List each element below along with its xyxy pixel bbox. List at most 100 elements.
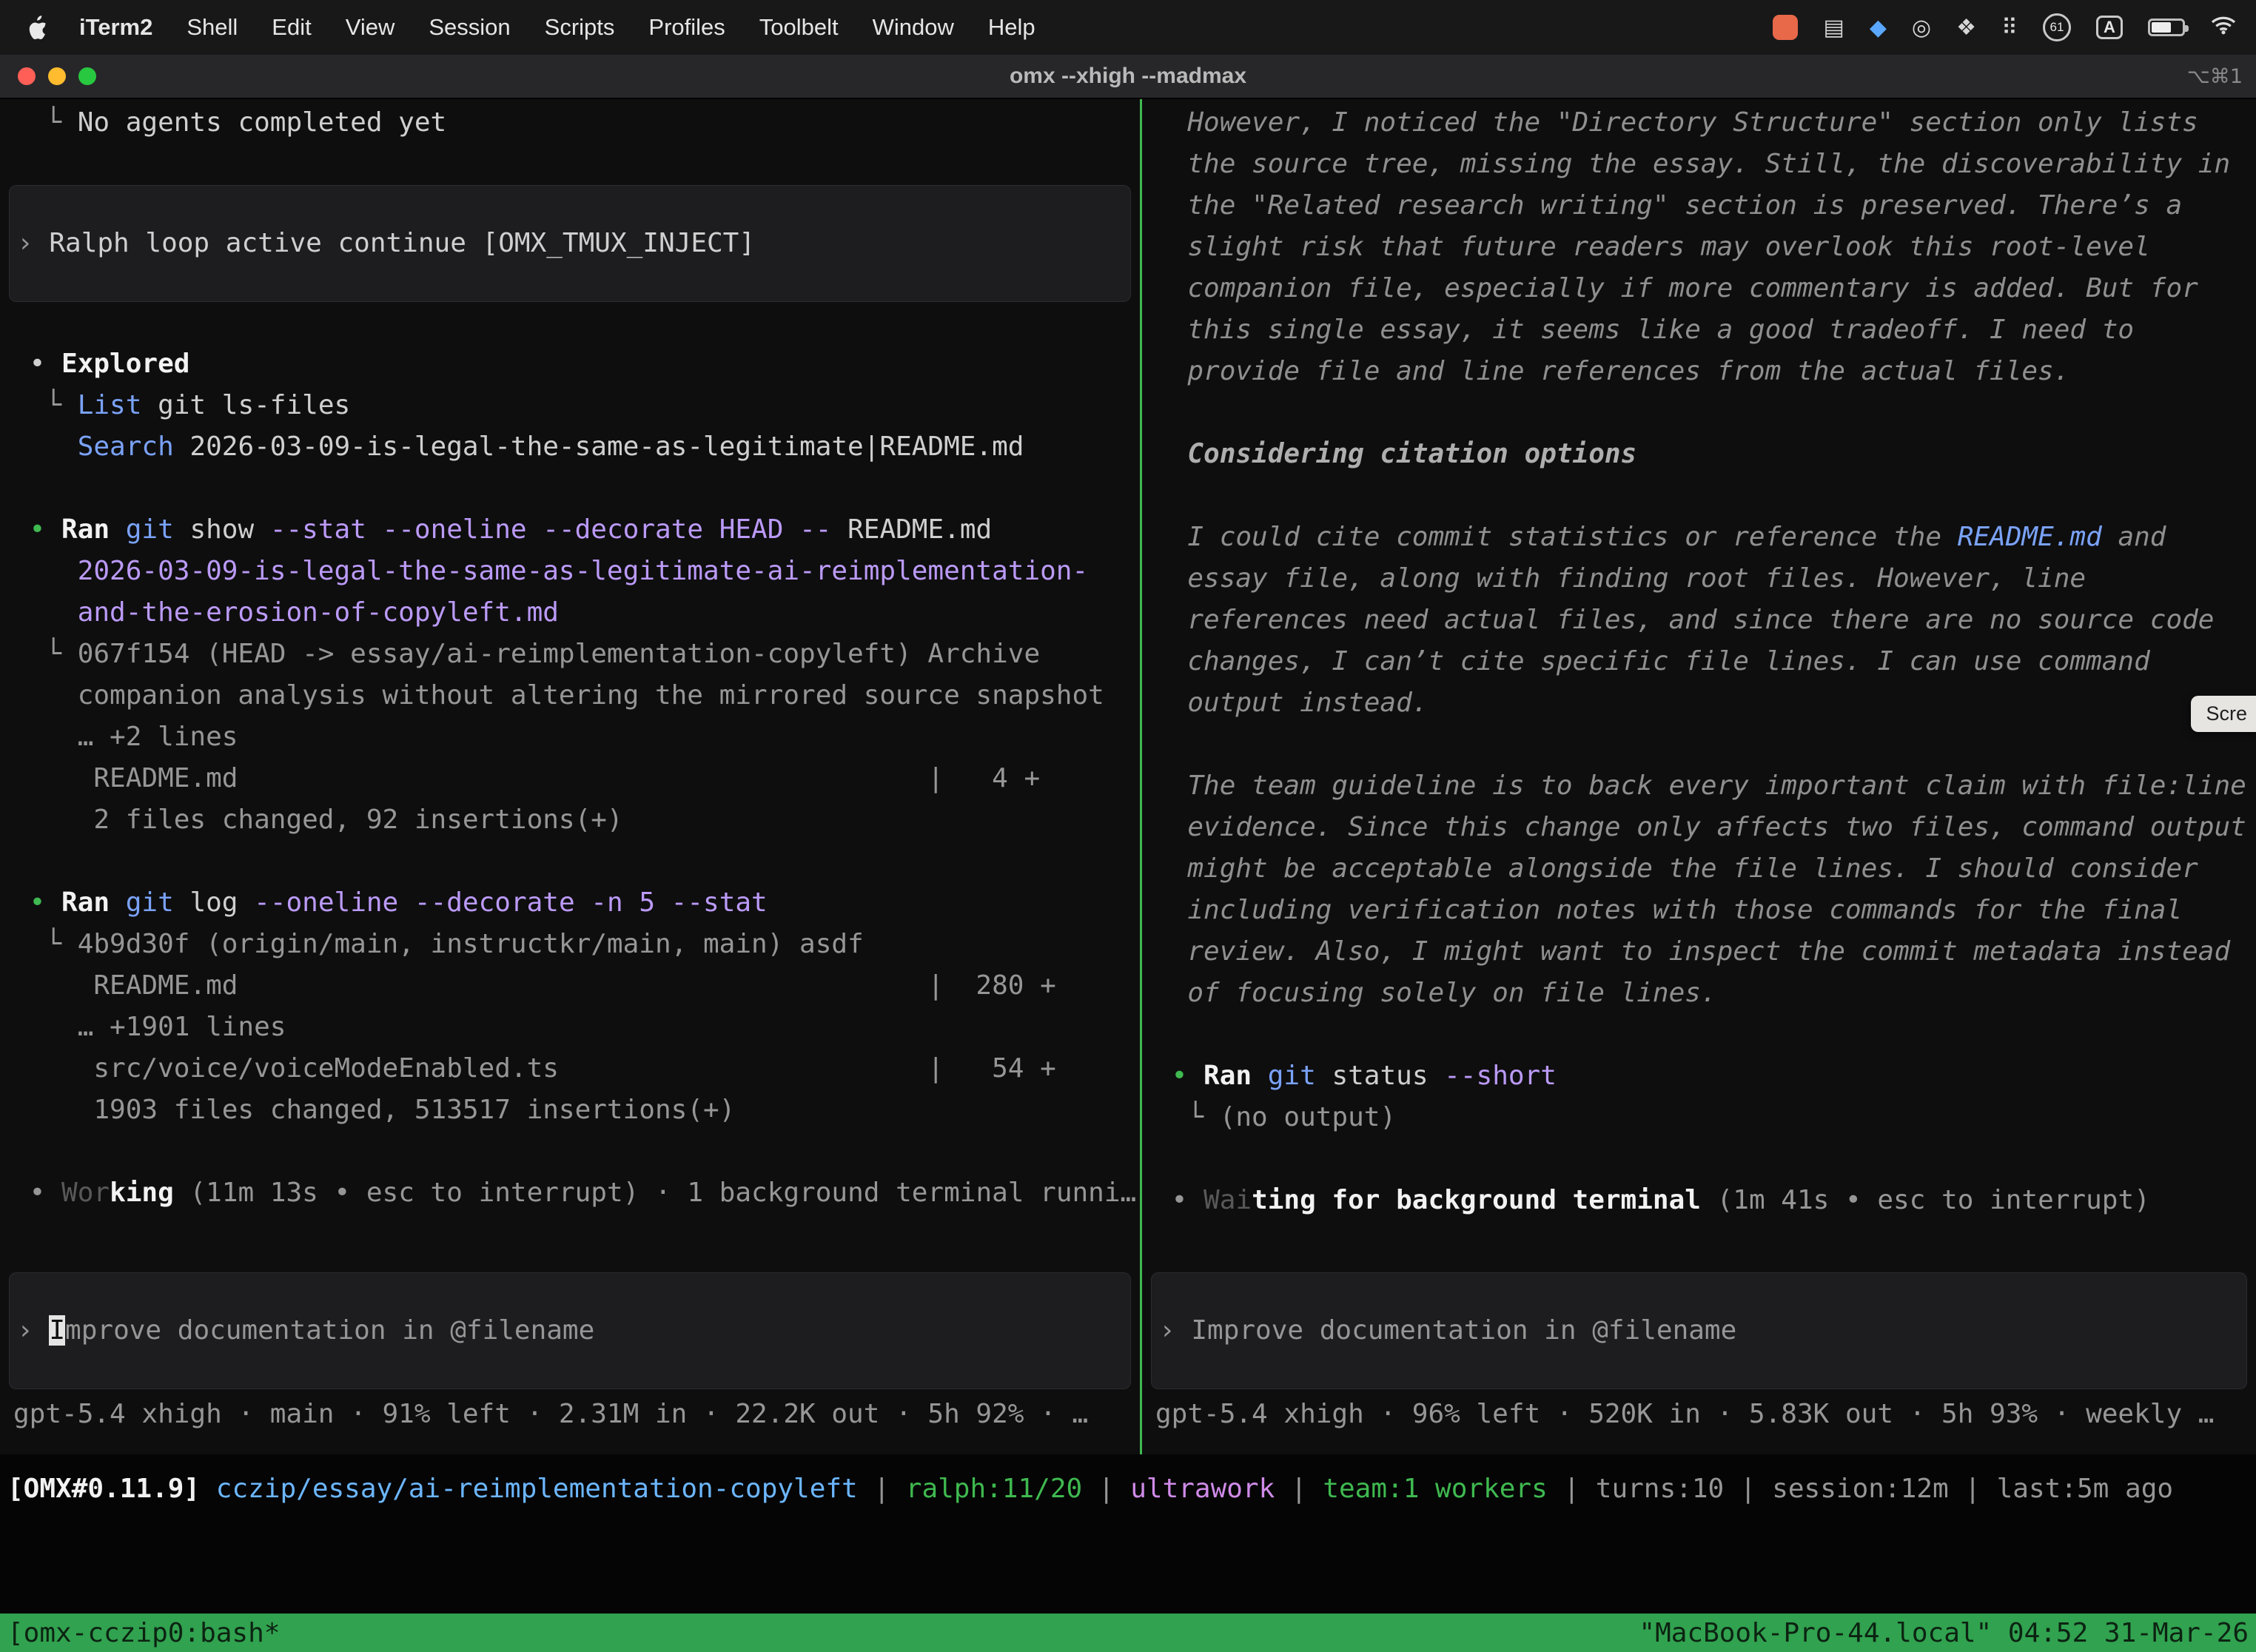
- terminal-line: … +2 lines: [13, 716, 1140, 758]
- terminal-text-segment: --oneline --decorate -n 5 --stat: [254, 887, 768, 918]
- left-prompt-input[interactable]: › Improve documentation in @filename: [9, 1272, 1131, 1389]
- terminal-text-segment: git: [126, 887, 174, 918]
- left-terminal-pane[interactable]: └ No agents completed yet › Ralph loop a…: [0, 99, 1140, 1454]
- terminal-line: [1155, 1014, 2256, 1055]
- close-button[interactable]: [18, 67, 36, 85]
- terminal-text-segment: ultrawork: [1130, 1474, 1275, 1504]
- terminal-line: the "Related research writing" section i…: [1155, 185, 2256, 226]
- input-source-icon[interactable]: A: [2096, 16, 2123, 39]
- terminal-text-segment: cczip/essay/ai-reimplementation-copyleft: [216, 1474, 858, 1504]
- terminal-text-segment: Wai: [1203, 1185, 1252, 1215]
- terminal-text-segment: ›: [17, 1315, 49, 1346]
- menu-item-window[interactable]: Window: [856, 14, 971, 41]
- battery-icon[interactable]: [2148, 19, 2185, 36]
- apps-grid-icon[interactable]: ⠿: [2001, 15, 2018, 41]
- terminal-line: 2026-03-09-is-legal-the-same-as-legitima…: [13, 551, 1140, 592]
- menu-item-toolbelt[interactable]: Toolbelt: [742, 14, 856, 41]
- terminal-text-segment: |: [1082, 1474, 1130, 1504]
- terminal-text-segment: README.md: [831, 514, 992, 545]
- terminal-line: [1155, 392, 2256, 434]
- terminal-text-segment: log: [174, 887, 254, 918]
- terminal-text-segment: --stat --oneline --decorate HEAD --: [270, 514, 832, 545]
- terminal-text-segment: README.md: [1958, 522, 2102, 552]
- menu-item-shell[interactable]: Shell: [169, 14, 255, 41]
- terminal-text-segment: git: [126, 514, 174, 545]
- terminal-text-segment: gpt-5.4 xhigh · main · 91% left · 2.31M …: [13, 1399, 1088, 1429]
- safari-icon[interactable]: ◎: [1912, 15, 1931, 41]
- terminal-text-segment: However, I noticed the "Directory Struct…: [1155, 107, 2198, 138]
- terminal-line: README.md | 280 +: [13, 965, 1140, 1007]
- terminal-text-segment: this single essay, it seems like a good …: [1155, 315, 2134, 345]
- minimize-button[interactable]: [48, 67, 66, 85]
- terminal-line: • Ran git show --stat --oneline --decora…: [13, 509, 1140, 551]
- terminal-line: I could cite commit statistics or refere…: [1155, 517, 2256, 558]
- terminal-line: [13, 841, 1140, 882]
- raycast-icon[interactable]: ◆: [1870, 15, 1887, 41]
- terminal-text-segment: Ran: [61, 887, 110, 918]
- terminal-text-segment: •: [1155, 1061, 1203, 1091]
- terminal-text-segment: 2026-03-09-is-legal-the-same-as-legitima…: [13, 556, 1088, 586]
- omx-status-line: [OMX#0.11.9] cczip/essay/ai-reimplementa…: [0, 1468, 2256, 1510]
- menu-item-view[interactable]: View: [329, 14, 412, 41]
- screen-share-pill[interactable]: Scre: [2191, 696, 2256, 732]
- terminal-text-segment: | turns:10 | session:12m | last:5m ago: [1548, 1474, 2173, 1504]
- window-title-bar[interactable]: omx --xhigh --madmax ⌥⌘1: [0, 55, 2256, 99]
- menu-item-scripts[interactable]: Scripts: [528, 14, 632, 41]
- menu-item-profiles[interactable]: Profiles: [631, 14, 742, 41]
- apple-menu-icon[interactable]: [19, 16, 62, 39]
- terminal-text-segment: ting for background terminal: [1252, 1185, 1701, 1215]
- terminal-text-segment: king: [110, 1178, 174, 1208]
- right-prompt-input[interactable]: › Improve documentation in @filename: [1151, 1272, 2247, 1389]
- menu-item-session[interactable]: Session: [412, 14, 527, 41]
- menu-item-edit[interactable]: Edit: [255, 14, 328, 41]
- terminal-line: README.md | 4 +: [13, 758, 1140, 799]
- terminal-line: and-the-erosion-of-copyleft.md: [13, 592, 1140, 634]
- right-transcript: However, I noticed the "Directory Struct…: [1142, 102, 2256, 1221]
- stats-icon[interactable]: ▤: [1823, 15, 1844, 41]
- terminal-text-segment: └ 067f154 (HEAD -> essay/ai-reimplementa…: [13, 639, 1040, 669]
- terminal-text-segment: └ (no output): [1155, 1102, 1396, 1132]
- terminal-text-segment: the "Related research writing" section i…: [1155, 190, 2182, 221]
- terminal-text-segment: show: [174, 514, 270, 545]
- zoom-button[interactable]: [78, 67, 96, 85]
- terminal-line: … +1901 lines: [13, 1007, 1140, 1048]
- terminal-line: The team guideline is to back every impo…: [1155, 765, 2256, 807]
- terminal-line: evidence. Since this change only affects…: [1155, 807, 2256, 848]
- terminal-text-segment: └: [13, 107, 78, 138]
- tmux-status-bar: [omx-cczip0:bash* "MacBook-Pro-44.local"…: [0, 1614, 2256, 1652]
- terminal-line: └ 067f154 (HEAD -> essay/ai-reimplementa…: [13, 634, 1140, 675]
- left-prompt-text: › Improve documentation in @filename: [17, 1310, 1123, 1352]
- tmux-window-label[interactable]: [omx-cczip0:bash*: [7, 1618, 280, 1648]
- shortcuts-icon[interactable]: ❖: [1956, 15, 1976, 41]
- menu-item-help[interactable]: Help: [971, 14, 1053, 41]
- screen-recording-icon[interactable]: [1773, 15, 1798, 40]
- terminal-text-segment: README.md | 280 +: [13, 970, 1056, 1001]
- terminal-line: provide file and line references from th…: [1155, 351, 2256, 392]
- menu-item-iterm2[interactable]: iTerm2: [62, 14, 169, 41]
- wifi-icon[interactable]: [2210, 14, 2237, 41]
- battery-percent-icon[interactable]: 61: [2043, 13, 2071, 41]
- terminal-text-segment: output instead.: [1155, 688, 1428, 718]
- terminal-text-segment: I could cite commit statistics or refere…: [1155, 522, 1958, 552]
- terminal-text-segment: 2026-03-09-is-legal-the-same-as-legitima…: [174, 432, 1024, 462]
- right-terminal-pane[interactable]: However, I noticed the "Directory Struct…: [1142, 99, 2256, 1454]
- terminal-line: 2 files changed, 92 insertions(+): [13, 799, 1140, 841]
- terminal-line: However, I noticed the "Directory Struct…: [1155, 102, 2256, 144]
- menu-bar: iTerm2 Shell Edit View Session Scripts P…: [0, 0, 2256, 55]
- terminal-line: [13, 302, 1140, 343]
- terminal-text-segment: README.md | 4 +: [13, 763, 1040, 793]
- terminal-text-segment: I: [49, 1315, 65, 1346]
- menu-bar-status-area: ▤ ◆ ◎ ❖ ⠿ 61 A: [1773, 13, 2237, 41]
- terminal-text-segment: companion file, especially if more comme…: [1155, 273, 2198, 303]
- tmux-host-clock-label: "MacBook-Pro-44.local" 04:52 31-Mar-26: [1639, 1618, 2249, 1648]
- terminal-text-segment: (11m 13s • esc to interrupt) · 1 backgro…: [174, 1178, 1136, 1208]
- terminal-line: └ (no output): [1155, 1097, 2256, 1138]
- terminal-text-segment: … +1901 lines: [13, 1012, 286, 1042]
- terminal-text-segment: slight risk that future readers may over…: [1155, 232, 2150, 262]
- inject-banner-line: › Ralph loop active continue [OMX_TMUX_I…: [17, 223, 1123, 264]
- terminal-text-segment: and-the-erosion-of-copyleft.md: [13, 597, 559, 628]
- terminal-text-segment: review. Also, I might want to inspect th…: [1155, 936, 2230, 967]
- terminal-text-segment: git ls-files: [141, 390, 350, 420]
- terminal-line: • Waiting for background terminal (1m 41…: [1155, 1180, 2256, 1221]
- terminal-text-segment: └ 4b9d30f (origin/main, instructkr/main,…: [13, 929, 864, 959]
